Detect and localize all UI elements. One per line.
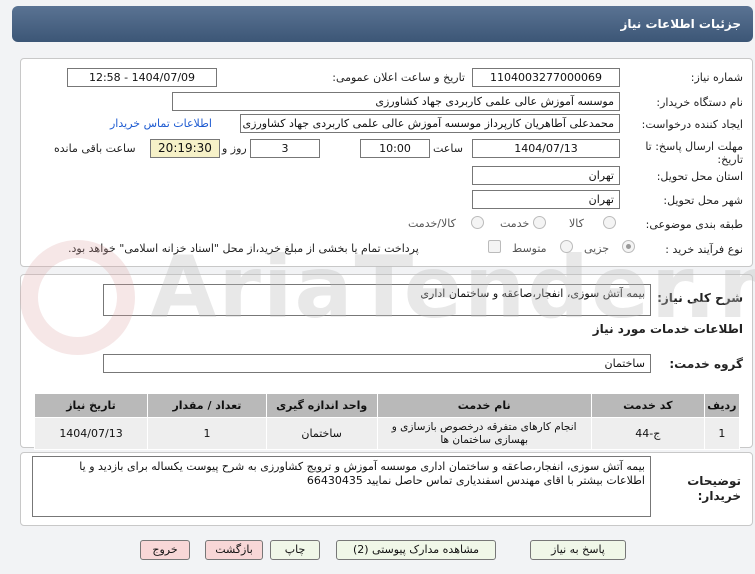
services-table: ردیف کد خدمت نام خدمت واحد اندازه گیری ت… bbox=[33, 393, 741, 450]
need-number-field: 1104003277000069 bbox=[472, 68, 620, 87]
cell-unit: ساختمان bbox=[265, 417, 378, 450]
description-textarea: بیمه آتش سوزی، انفجار،صاعقه و ساختمان اد… bbox=[103, 284, 651, 316]
request-creator-field: محمدعلی آطاهریان کارپرداز موسسه آموزش عا… bbox=[240, 114, 620, 133]
page: جزئیات اطلاعات نیاز شماره نیاز: 11040032… bbox=[0, 0, 755, 574]
process-option-minor: جزیی bbox=[584, 242, 610, 255]
cell-service-code: ج-44 bbox=[590, 417, 705, 450]
subject-radio-goods[interactable] bbox=[603, 216, 616, 229]
cell-quantity: 1 bbox=[147, 417, 267, 450]
hour-label: ساعت bbox=[433, 142, 463, 155]
process-type-label: نوع فرآیند خرید : bbox=[665, 243, 743, 256]
deadline-date-field: 1404/07/13 bbox=[472, 139, 620, 158]
days-field: 3 bbox=[250, 139, 320, 158]
col-header-date: تاریخ نیاز bbox=[33, 393, 149, 418]
print-button[interactable]: چاپ bbox=[270, 540, 320, 560]
table-row: 1 ج-44 انجام کارهای متفرقه درخصوص بازساز… bbox=[33, 417, 741, 450]
day-and-label: روز و bbox=[222, 142, 247, 155]
buyer-org-field: موسسه آموزش عالی علمی کاربردی جهاد کشاور… bbox=[172, 92, 620, 111]
reply-button[interactable]: پاسخ به نیاز bbox=[530, 540, 626, 560]
back-button[interactable]: بازگشت bbox=[205, 540, 263, 560]
city-label: شهر محل تحویل: bbox=[663, 194, 743, 207]
process-radio-minor[interactable] bbox=[622, 240, 635, 253]
request-creator-label: ایجاد کننده درخواست: bbox=[641, 118, 743, 131]
subject-radio-service[interactable] bbox=[533, 216, 546, 229]
province-label: استان محل تحویل: bbox=[656, 170, 743, 183]
page-title: جزئیات اطلاعات نیاز bbox=[620, 17, 741, 31]
need-number-label: شماره نیاز: bbox=[690, 71, 743, 84]
service-group-label: گروه خدمت: bbox=[669, 357, 743, 371]
announce-datetime-field: 1404/07/09 - 12:58 bbox=[67, 68, 217, 87]
buyer-notes-label: توضیحات خریدار: bbox=[687, 474, 741, 503]
subject-radio-goods-service[interactable] bbox=[471, 216, 484, 229]
remaining-label: ساعت باقی مانده bbox=[54, 142, 136, 155]
buyer-notes-textarea: بیمه آتش سوزی، انفجار،صاعقه و ساختمان اد… bbox=[32, 456, 651, 517]
cell-row-number: 1 bbox=[703, 417, 741, 450]
col-header-unit: واحد اندازه گیری bbox=[265, 393, 378, 418]
treasury-payment-checkbox[interactable] bbox=[488, 240, 501, 253]
process-option-medium: متوسط bbox=[512, 242, 547, 255]
col-header-row: ردیف bbox=[703, 393, 741, 418]
view-documents-button[interactable]: مشاهده مدارک پیوستی (2) bbox=[336, 540, 496, 560]
subject-option-goods: کالا bbox=[569, 217, 584, 230]
cell-service-name: انجام کارهای متفرقه درخصوص بازسازی و بهس… bbox=[376, 417, 592, 450]
announce-datetime-label: تاریخ و ساعت اعلان عمومی: bbox=[332, 71, 465, 84]
description-label: شرح کلی نیاز: bbox=[657, 291, 743, 305]
header-bar: جزئیات اطلاعات نیاز bbox=[12, 6, 753, 42]
service-group-field: ساختمان bbox=[103, 354, 651, 373]
subject-class-label: طبقه بندی موضوعی: bbox=[645, 218, 743, 231]
subject-option-goods-service: کالا/خدمت bbox=[408, 217, 456, 230]
col-header-quantity: تعداد / مقدار bbox=[147, 393, 267, 418]
col-header-name: نام خدمت bbox=[376, 393, 592, 418]
services-info-heading: اطلاعات خدمات مورد نیاز bbox=[592, 322, 743, 336]
contact-info-link[interactable]: اطلاعات تماس خریدار bbox=[110, 117, 212, 130]
remaining-time-field: 20:19:30 bbox=[150, 139, 220, 158]
province-field: تهران bbox=[472, 166, 620, 185]
deadline-label: مهلت ارسال پاسخ: تا تاریخ: bbox=[645, 140, 743, 166]
subject-option-service: خدمت bbox=[500, 217, 530, 230]
col-header-code: کد خدمت bbox=[590, 393, 705, 418]
exit-button[interactable]: خروج bbox=[140, 540, 190, 560]
treasury-payment-note: پرداخت تمام یا بخشی از مبلغ خرید،از محل … bbox=[68, 242, 419, 255]
buyer-org-label: نام دستگاه خریدار: bbox=[656, 96, 743, 109]
deadline-time-field: 10:00 bbox=[360, 139, 430, 158]
city-field: تهران bbox=[472, 190, 620, 209]
cell-need-date: 1404/07/13 bbox=[33, 417, 149, 450]
process-radio-medium[interactable] bbox=[560, 240, 573, 253]
